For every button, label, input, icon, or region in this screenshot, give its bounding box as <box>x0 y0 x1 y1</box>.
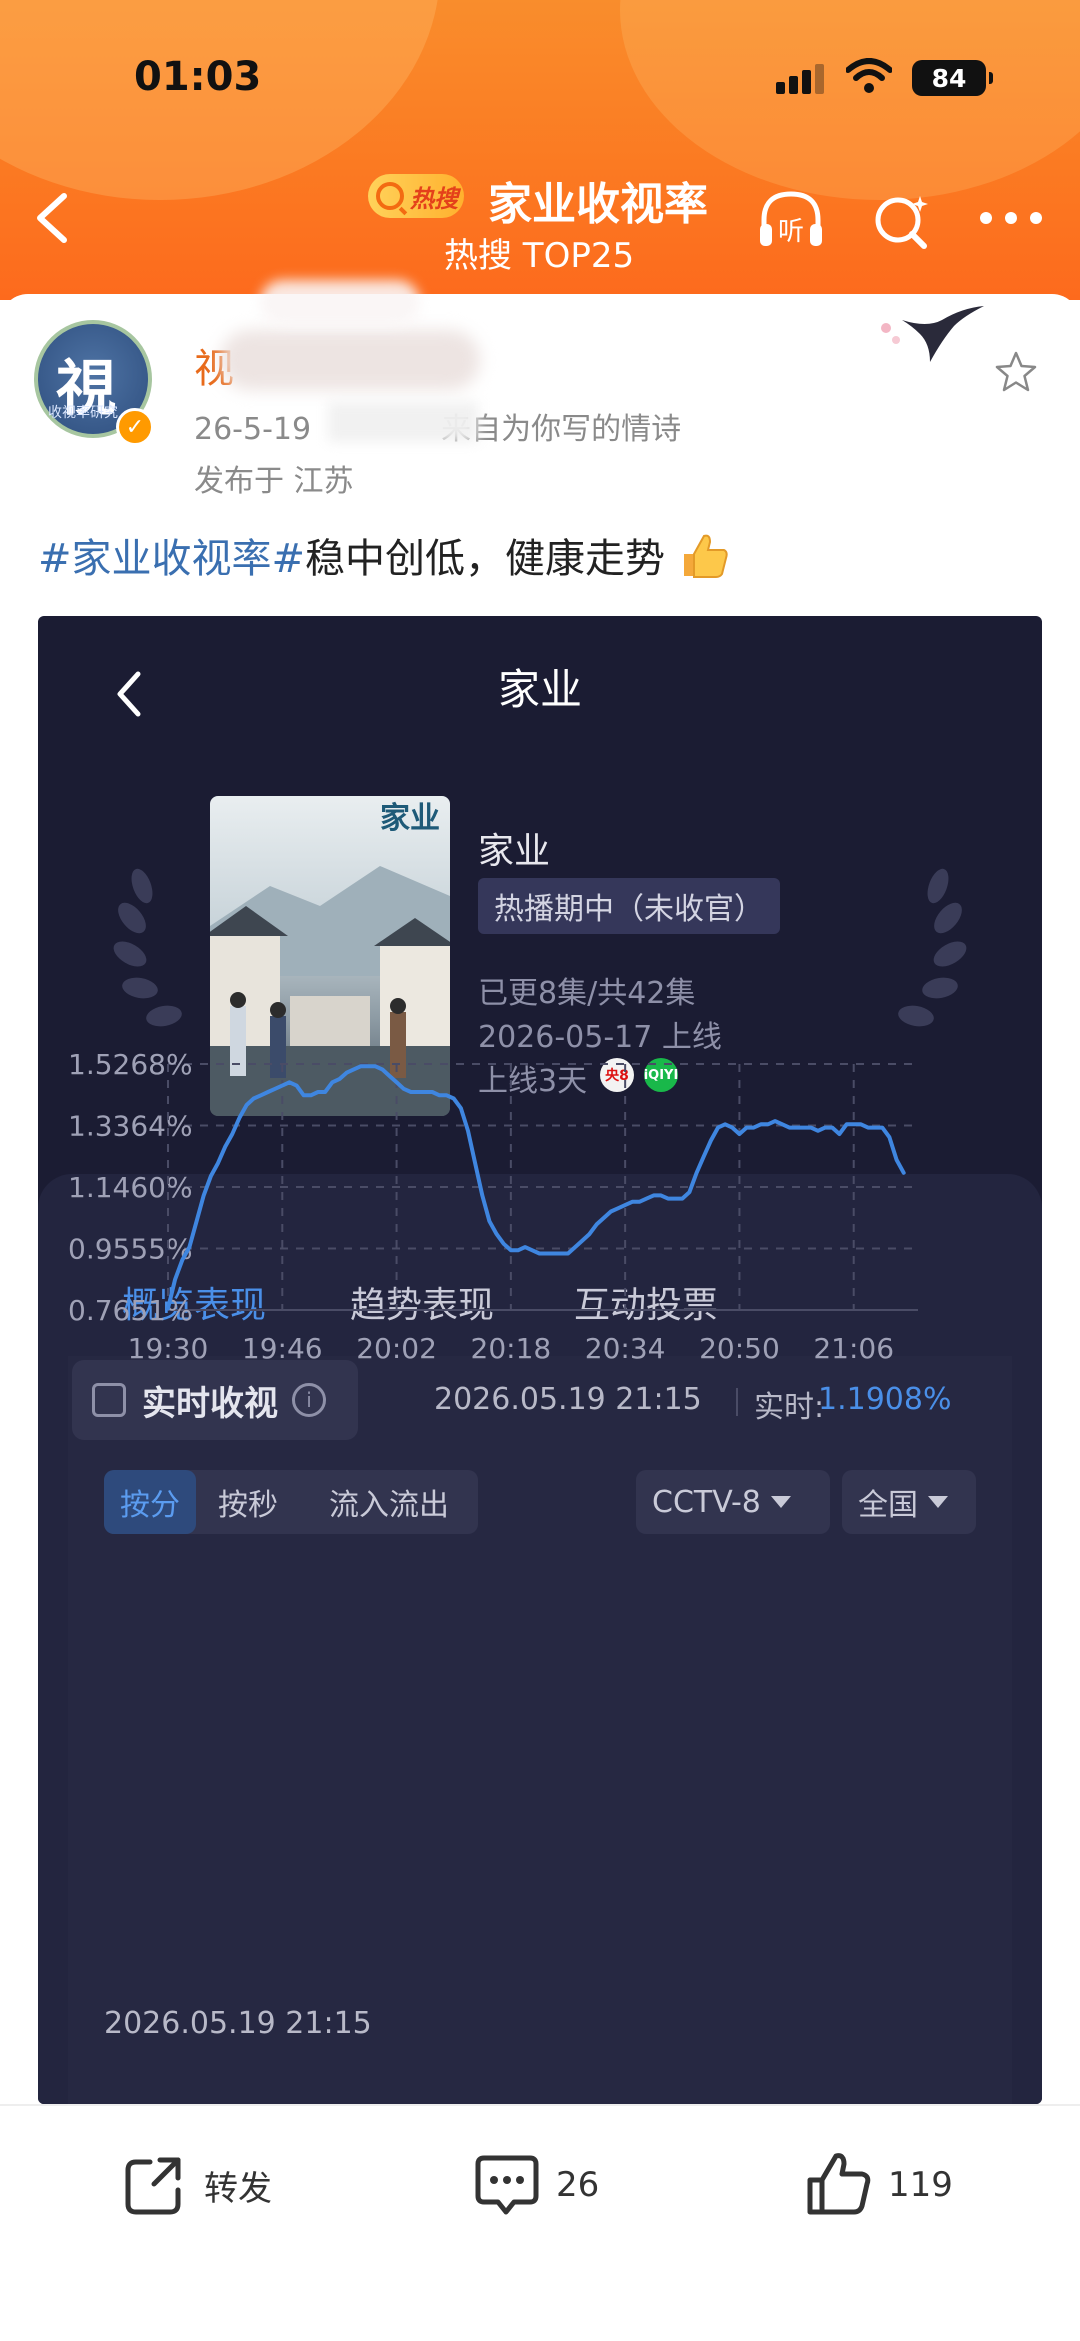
y-tick-label: 1.3364% <box>68 1110 193 1143</box>
episode-count: 已更8集/共42集 <box>478 976 696 1011</box>
like-button[interactable]: 119 <box>804 2150 953 2220</box>
iqiyi-platform-icon: iQIYI <box>644 1058 678 1092</box>
airing-status-badge: 热播期中（未收官） <box>478 878 780 934</box>
thumbs-up-icon <box>807 2153 871 2215</box>
dropdown-arrow-icon <box>928 1496 948 1508</box>
drama-name: 家业 <box>478 831 551 872</box>
page-subtitle: 热搜 TOP25 <box>444 236 635 276</box>
svg-text:听: 听 <box>778 217 804 247</box>
granularity-toggle: 按分 按秒 流入流出 <box>104 1470 478 1534</box>
divider <box>736 1388 738 1416</box>
y-tick-label: 1.5268% <box>68 1048 193 1081</box>
swallow-decoration-icon <box>881 306 984 362</box>
air-date: 2026-05-17 上线 <box>478 1020 722 1055</box>
realtime-timestamp: 2026.05.19 21:15 <box>434 1382 702 1417</box>
tab-trend: 趋势表现 <box>350 1285 495 1326</box>
cctv8-channel-icon: 央8 <box>600 1058 634 1092</box>
channel-select: CCTV-8 <box>636 1470 830 1534</box>
wifi-icon <box>846 58 892 93</box>
mode-by-minute: 按分 <box>104 1470 196 1534</box>
verified-badge-icon: ✓ <box>116 408 154 446</box>
thumbs-up-emoji-icon <box>683 534 728 578</box>
mode-flow: 流入流出 <box>329 1488 449 1523</box>
back-icon[interactable] <box>24 188 84 248</box>
search-icon[interactable] <box>870 190 934 254</box>
tv-icon <box>92 1383 126 1417</box>
comment-button[interactable]: 26 <box>472 2150 599 2220</box>
redacted-meta <box>328 402 478 442</box>
redacted-username <box>220 330 480 390</box>
post-location: 发布于 江苏 <box>194 464 354 499</box>
headphones-icon[interactable]: 听 <box>756 188 826 252</box>
poster-artwork: 家业 <box>210 801 450 1116</box>
svg-text:家业: 家业 <box>380 801 440 836</box>
drama-poster[interactable]: 家业 <box>210 796 450 1116</box>
realtime-rating-value: 1.1908% <box>818 1382 952 1417</box>
days-online: 上线3天 <box>478 1064 588 1099</box>
more-icon[interactable] <box>980 212 1042 228</box>
region-select: 全国 <box>842 1470 976 1534</box>
page-title: 家业收视率 <box>488 179 708 230</box>
action-bar: 转发 26 119 <box>0 2104 1080 2341</box>
realtime-label: 实时收视 i <box>72 1360 358 1440</box>
signal-icon <box>776 64 824 94</box>
star-icon[interactable] <box>994 350 1038 394</box>
redacted-mark <box>260 280 420 326</box>
drama-page-title: 家业 <box>497 665 582 714</box>
battery-indicator: 84 <box>912 60 993 96</box>
realtime-prefix: 实时: <box>754 1390 825 1425</box>
mode-by-second: 按秒 <box>218 1488 278 1523</box>
dropdown-arrow-icon <box>770 1496 791 1508</box>
tab-overview: 概览表现 <box>122 1285 267 1326</box>
comment-icon <box>475 2155 539 2215</box>
status-time: 01:03 <box>134 54 262 100</box>
hot-search-badge: 热搜 <box>368 174 464 218</box>
laurel-right-icon <box>898 868 967 1027</box>
repost-button[interactable]: 转发 <box>120 2150 272 2220</box>
realtime-card <box>68 1356 1012 2104</box>
post-text: #家业收视率#稳中创低，健康走势 <box>38 526 730 584</box>
snapshot-timestamp: 2026.05.19 21:15 <box>104 2006 372 2041</box>
hashtag-link[interactable]: #家业收视率# <box>38 536 305 582</box>
embedded-screenshot: 家业 家业 家业 热播期中（未收官） 已更8集/共42集 2026-05-17 … <box>38 616 1042 2104</box>
search-q-icon <box>376 182 404 210</box>
tab-vote: 互动投票 <box>574 1285 719 1326</box>
info-icon: i <box>292 1383 326 1417</box>
share-icon <box>125 2157 181 2215</box>
laurel-left-icon <box>113 868 182 1027</box>
